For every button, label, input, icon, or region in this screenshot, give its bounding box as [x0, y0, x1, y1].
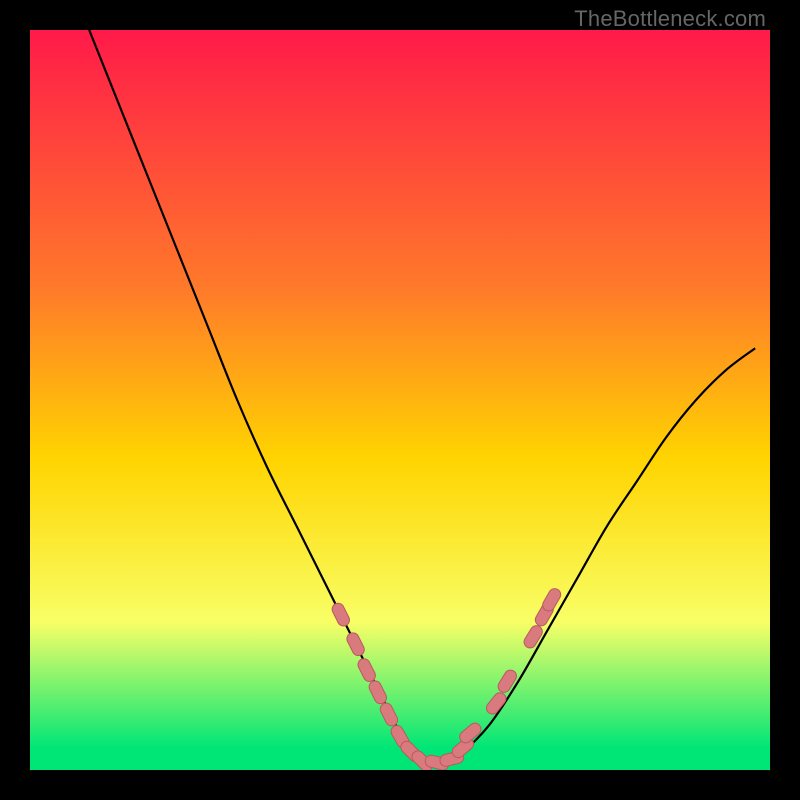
watermark-text: TheBottleneck.com [574, 6, 766, 32]
gradient-rect [30, 30, 770, 770]
bottleneck-chart [30, 30, 770, 770]
chart-frame [30, 30, 770, 770]
